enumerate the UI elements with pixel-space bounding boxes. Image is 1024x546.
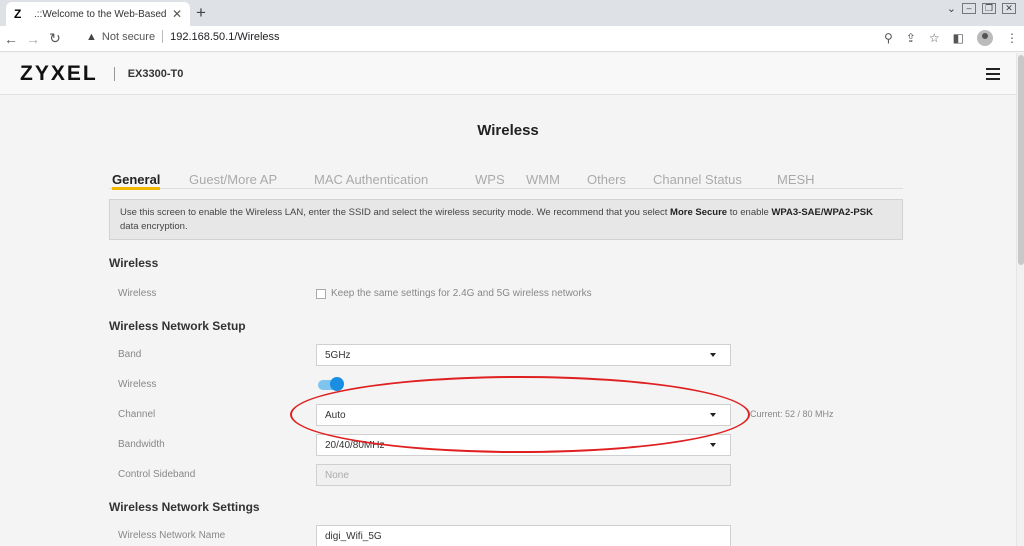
ssid-input[interactable]: digi_Wifi_5G (316, 525, 731, 546)
dropdown-arrow-icon (710, 353, 716, 357)
address-bar[interactable]: ▲ Not secure 192.168.50.1/Wireless (86, 30, 280, 43)
info-text-2: to enable (727, 207, 772, 218)
ssid-label: Wireless Network Name (118, 530, 226, 541)
address-divider (162, 30, 164, 43)
bandwidth-label: Bandwidth (118, 439, 165, 450)
url-text[interactable]: 192.168.50.1/Wireless (170, 31, 279, 43)
back-icon[interactable]: ← (0, 31, 22, 47)
tab-search-icon[interactable]: ⌄ (947, 2, 956, 15)
keep-same-checkbox-row[interactable]: Keep the same settings for 2.4G and 5G w… (316, 288, 592, 299)
forward-icon[interactable]: → (22, 31, 44, 47)
star-icon[interactable]: ☆ (929, 31, 940, 45)
info-bold-wpa3: WPA3-SAE/WPA2-PSK (771, 207, 873, 218)
tab-general[interactable]: General (112, 172, 161, 190)
control-sideband-label: Control Sideband (118, 469, 196, 480)
channel-value: Auto (325, 410, 346, 421)
section-wireless: Wireless (109, 256, 159, 270)
sidebar-icon[interactable]: ◧ (953, 31, 964, 45)
channel-label: Channel (118, 409, 156, 420)
control-sideband-select: None (316, 464, 731, 486)
page-scrollbar[interactable] (1016, 53, 1024, 546)
reload-icon[interactable]: ↻ (44, 30, 66, 47)
info-text-3: data encryption. (120, 221, 188, 232)
channel-select[interactable]: Auto (316, 404, 731, 426)
header-divider (113, 66, 115, 81)
tab-wmm[interactable]: WMM (526, 172, 560, 187)
keep-same-label[interactable]: Keep the same settings for 2.4G and 5G w… (331, 288, 592, 299)
router-header: ZYXEL EX3300-T0 (0, 53, 1016, 95)
sideband-value: None (325, 470, 349, 481)
browser-actions: ⚲ ⇪ ☆ ◧ ⋮ (884, 30, 1018, 46)
keep-same-checkbox[interactable] (316, 288, 326, 299)
model-name: EX3300-T0 (127, 67, 184, 80)
tab-mac-authentication[interactable]: MAC Authentication (314, 172, 428, 187)
window-controls: ⌄ – ❐ ✕ (947, 2, 1016, 15)
new-tab-button[interactable]: + (196, 3, 206, 23)
tab-title: .::Welcome to the Web-Based Configurator… (34, 8, 168, 20)
tab-others[interactable]: Others (587, 172, 626, 187)
dropdown-arrow-icon (710, 413, 716, 417)
profile-icon[interactable] (977, 30, 993, 46)
toggle-knob[interactable] (330, 377, 344, 391)
warning-icon[interactable]: ▲ (86, 31, 97, 43)
wireless-toggle[interactable] (318, 377, 344, 391)
zyxel-favicon-icon: Z (14, 7, 22, 21)
info-box: Use this screen to enable the Wireless L… (109, 199, 903, 240)
section-wireless-network-setup: Wireless Network Setup (109, 319, 246, 333)
wireless-tabs: General Guest/More AP MAC Authentication… (109, 172, 903, 190)
minimize-icon[interactable]: – (962, 3, 976, 14)
dropdown-arrow-icon (710, 443, 716, 447)
info-bold-more-secure: More Secure (670, 207, 728, 218)
section-wireless-network-settings: Wireless Network Settings (109, 500, 260, 514)
share-icon[interactable]: ⇪ (906, 31, 916, 45)
band-label: Band (118, 349, 142, 360)
band-select[interactable]: 5GHz (316, 344, 731, 366)
restore-icon[interactable]: ❐ (982, 3, 996, 14)
wireless-enable-label: Wireless (118, 379, 157, 390)
info-text-1: Use this screen to enable the Wireless L… (120, 207, 671, 218)
scrollbar-thumb[interactable] (1018, 55, 1024, 265)
band-value: 5GHz (325, 350, 351, 361)
browser-navbar: ← → ↻ ▲ Not secure 192.168.50.1/Wireless… (0, 26, 1024, 52)
tab-close-icon[interactable]: ✕ (172, 7, 182, 21)
tab-mesh[interactable]: MESH (777, 172, 815, 187)
wireless-label: Wireless (118, 288, 157, 299)
tab-wps[interactable]: WPS (475, 172, 505, 187)
close-window-icon[interactable]: ✕ (1002, 3, 1016, 14)
bandwidth-select[interactable]: 20/40/80MHz (316, 434, 731, 456)
zyxel-logo: ZYXEL (20, 61, 98, 85)
channel-current: Current: 52 / 80 MHz (750, 409, 834, 419)
page-title: Wireless (477, 122, 539, 139)
zoom-icon[interactable]: ⚲ (884, 31, 893, 45)
tab-guest-more-ap[interactable]: Guest/More AP (189, 172, 277, 187)
tab-channel-status[interactable]: Channel Status (653, 172, 742, 187)
browser-tabbar: Z .::Welcome to the Web-Based Configurat… (0, 0, 1024, 26)
hamburger-menu-icon[interactable] (986, 68, 1000, 83)
ssid-value[interactable]: digi_Wifi_5G (325, 531, 382, 542)
bandwidth-value: 20/40/80MHz (325, 440, 385, 451)
browser-tab[interactable]: Z .::Welcome to the Web-Based Configurat… (6, 2, 190, 26)
not-secure-label[interactable]: Not secure (102, 31, 155, 43)
menu-kebab-icon[interactable]: ⋮ (1006, 31, 1018, 45)
